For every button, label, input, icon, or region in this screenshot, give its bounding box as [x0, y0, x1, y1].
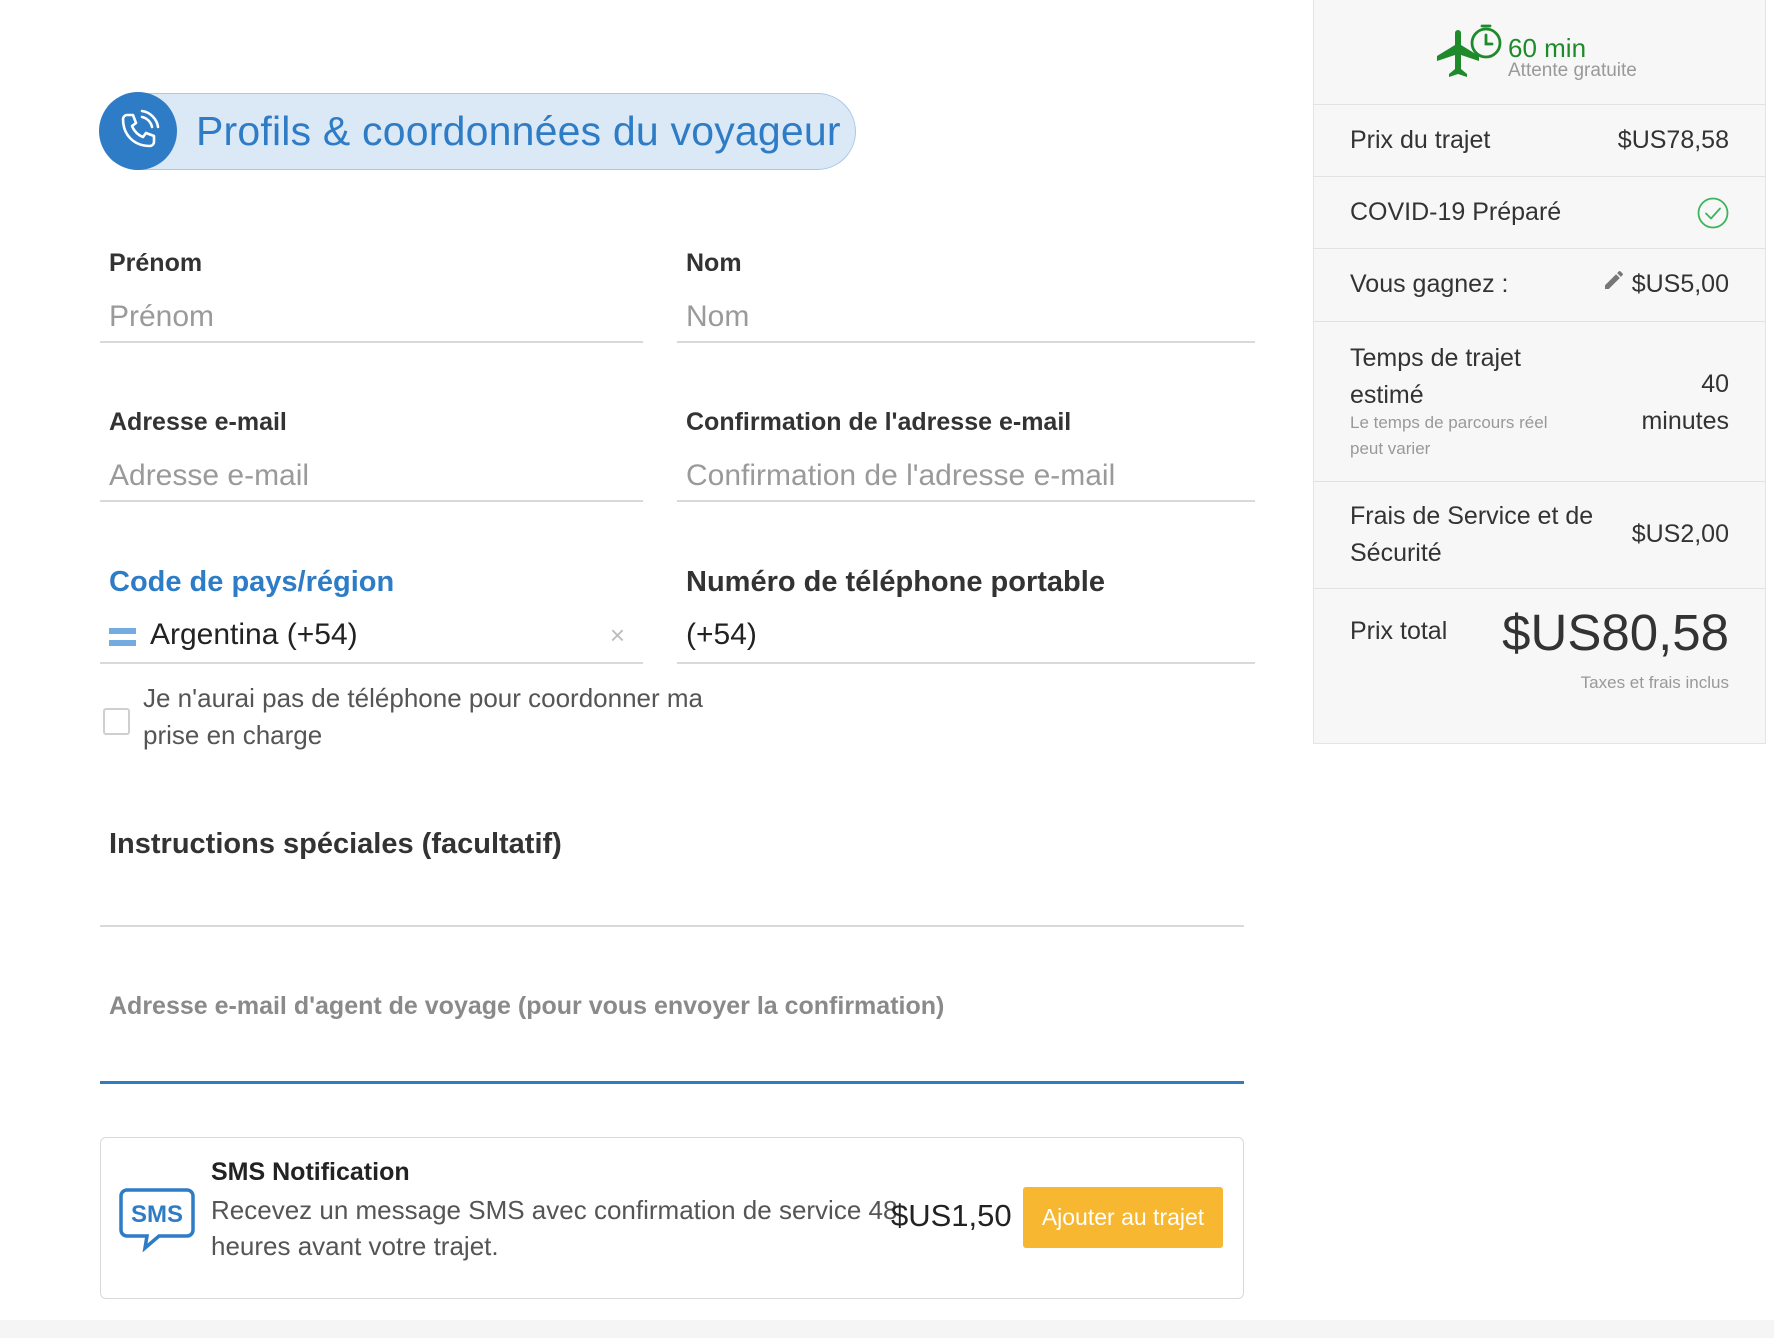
check-circle-icon [1697, 197, 1729, 234]
clear-icon[interactable]: × [610, 620, 625, 651]
trip-price-value: $US78,58 [1617, 126, 1729, 154]
sms-icon: SMS [119, 1186, 195, 1257]
last-name-label: Nom [686, 249, 742, 277]
trip-price-label: Prix du trajet [1350, 126, 1491, 154]
agent-email-input[interactable] [100, 1081, 1244, 1084]
fees-label: Frais de Service et de Sécurité [1350, 502, 1594, 567]
total-note: Taxes et frais inclus [1580, 673, 1729, 692]
earn-value: $US5,00 [1631, 270, 1729, 298]
sms-description: Recevez un message SMS avec confirmation… [211, 1195, 898, 1261]
duration-note: Le temps de parcours réel peut varier [1350, 413, 1548, 458]
trip-price-row: Prix du trajet $US78,58 [1314, 105, 1765, 177]
section-header: Profils & coordonnées du voyageur [99, 92, 856, 170]
first-name-input[interactable] [100, 293, 643, 343]
argentina-flag-icon [109, 628, 136, 646]
plane-icon [1430, 24, 1508, 93]
price-summary-panel: 60 min Attente gratuite Prix du trajet $… [1313, 0, 1766, 744]
last-name-input[interactable] [677, 293, 1255, 343]
earn-label: Vous gagnez : [1350, 270, 1509, 298]
page-title: Profils & coordonnées du voyageur [196, 108, 841, 154]
total-value: $US80,58 [1502, 604, 1729, 661]
earn-row: Vous gagnez : $US5,00 [1314, 249, 1765, 322]
covid-row: COVID-19 Préparé [1314, 177, 1765, 249]
add-to-trip-button[interactable]: Ajouter au trajet [1023, 1187, 1223, 1248]
duration-value: 40 minutes [1641, 370, 1729, 435]
email-confirm-input[interactable] [677, 452, 1255, 502]
agent-email-label: Adresse e-mail d'agent de voyage (pour v… [109, 992, 945, 1020]
phone-icon [99, 92, 177, 170]
sms-price: $US1,50 [891, 1198, 1012, 1233]
total-row: Prix total $US80,58 Taxes et frais inclu… [1314, 589, 1765, 744]
total-label: Prix total [1350, 617, 1448, 645]
mobile-phone-field: Numéro de téléphone portable (+54) [677, 564, 1255, 668]
email-input[interactable] [100, 452, 643, 502]
duration-row: Temps de trajet estimé Le temps de parco… [1314, 322, 1765, 482]
country-select[interactable]: Argentina (+54) × [100, 614, 643, 664]
sms-icon-text: SMS [131, 1201, 183, 1228]
email-confirm-label: Confirmation de l'adresse e-mail [686, 408, 1072, 436]
covid-label: COVID-19 Préparé [1350, 198, 1562, 226]
no-phone-label: Je n'aurai pas de téléphone pour coordon… [143, 683, 704, 750]
last-name-field: Nom [677, 245, 1255, 345]
country-code-field: Code de pays/région Argentina (+54) × [100, 564, 643, 668]
no-phone-checkbox[interactable] [103, 708, 130, 735]
mobile-phone-input[interactable]: (+54) [677, 614, 1255, 664]
pencil-icon[interactable] [1602, 268, 1626, 297]
fees-row: Frais de Service et de Sécurité $US2,00 [1314, 482, 1765, 589]
duration-label: Temps de trajet estimé [1350, 344, 1521, 409]
fees-value: $US2,00 [1631, 520, 1729, 548]
country-value: Argentina (+54) [150, 618, 358, 651]
first-name-field: Prénom [100, 245, 643, 345]
email-field: Adresse e-mail [100, 406, 643, 506]
free-wait-subtitle: Attente gratuite [1508, 60, 1637, 81]
first-name-label: Prénom [109, 249, 203, 277]
page-bottom-strip [0, 1320, 1774, 1338]
email-label: Adresse e-mail [109, 408, 287, 436]
sms-notification-card: SMS SMS Notification Recevez un message … [100, 1137, 1244, 1299]
mobile-phone-value: (+54) [686, 618, 757, 651]
email-confirm-field: Confirmation de l'adresse e-mail [677, 406, 1255, 506]
sms-title: SMS Notification [211, 1158, 410, 1186]
instructions-input[interactable] [100, 925, 1244, 927]
mobile-phone-label: Numéro de téléphone portable [686, 566, 1105, 598]
country-code-label: Code de pays/région [109, 566, 395, 598]
instructions-label: Instructions spéciales (facultatif) [109, 828, 562, 860]
free-wait-banner: 60 min Attente gratuite [1314, 0, 1765, 105]
